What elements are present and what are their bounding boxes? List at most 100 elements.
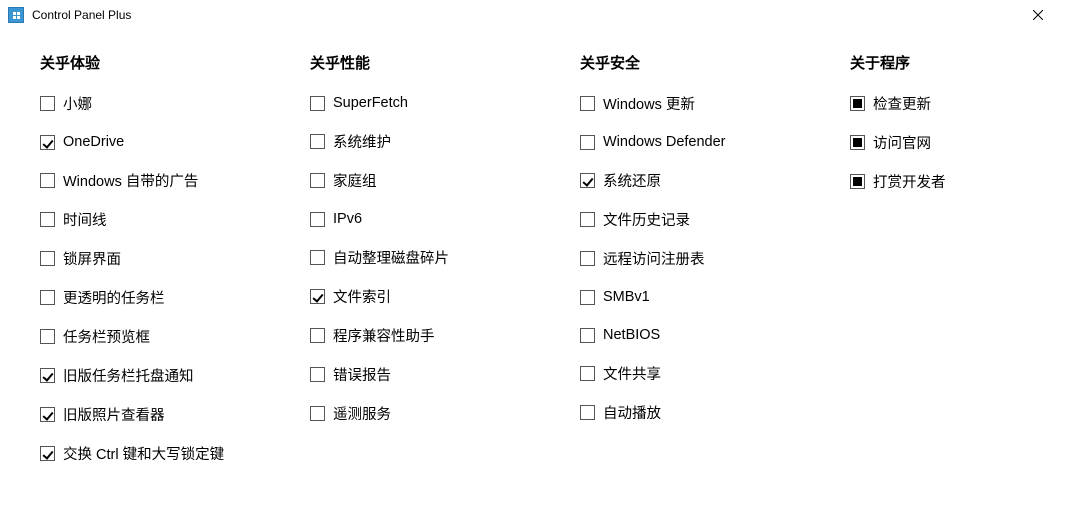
option-item[interactable]: IPv6 — [310, 209, 570, 229]
action-marker[interactable] — [850, 174, 865, 189]
checkbox[interactable] — [310, 134, 325, 149]
option-item[interactable]: 文件索引 — [310, 286, 570, 307]
option-item[interactable]: 文件共享 — [580, 363, 840, 384]
option-item[interactable]: Windows 自带的广告 — [40, 170, 300, 191]
action-marker[interactable] — [850, 96, 865, 111]
option-item[interactable]: 自动整理磁盘碎片 — [310, 247, 570, 268]
option-item[interactable]: 时间线 — [40, 209, 300, 230]
option-item[interactable]: 交换 Ctrl 键和大写锁定键 — [40, 443, 300, 464]
option-item[interactable]: 错误报告 — [310, 364, 570, 385]
window-title: Control Panel Plus — [32, 8, 131, 22]
checkbox[interactable] — [580, 96, 595, 111]
option-label: IPv6 — [333, 211, 362, 227]
checkbox[interactable] — [580, 366, 595, 381]
option-item[interactable]: OneDrive — [40, 132, 300, 152]
column-header: 关于程序 — [850, 52, 946, 73]
checkbox[interactable] — [310, 212, 325, 227]
option-label: NetBIOS — [603, 327, 660, 343]
option-label: 错误报告 — [333, 364, 391, 385]
option-item[interactable]: 更透明的任务栏 — [40, 287, 300, 308]
column-experience: 关乎体验 小娜 OneDrive Windows 自带的广告 时间线 锁屏界面 … — [40, 52, 300, 482]
option-label: 旧版照片查看器 — [63, 404, 165, 425]
option-label: 自动播放 — [603, 402, 661, 423]
option-label: 锁屏界面 — [63, 248, 121, 269]
content: 关乎体验 小娜 OneDrive Windows 自带的广告 时间线 锁屏界面 … — [0, 30, 1068, 492]
checkbox[interactable] — [310, 328, 325, 343]
checkbox[interactable] — [310, 173, 325, 188]
checkbox[interactable] — [310, 406, 325, 421]
option-item[interactable]: 文件历史记录 — [580, 209, 840, 230]
option-label: Windows 更新 — [603, 93, 695, 114]
checkbox[interactable] — [40, 251, 55, 266]
checkbox[interactable] — [580, 251, 595, 266]
option-label: 任务栏预览框 — [63, 326, 150, 347]
action-label: 检查更新 — [873, 93, 931, 114]
option-item[interactable]: 程序兼容性助手 — [310, 325, 570, 346]
action-item[interactable]: 检查更新 — [850, 93, 946, 114]
option-item[interactable]: Windows Defender — [580, 132, 840, 152]
option-item[interactable]: 远程访问注册表 — [580, 248, 840, 269]
action-label: 打赏开发者 — [873, 171, 946, 192]
close-button[interactable] — [1015, 1, 1060, 29]
option-item[interactable]: NetBIOS — [580, 325, 840, 345]
option-label: 自动整理磁盘碎片 — [333, 247, 449, 268]
option-item[interactable]: SMBv1 — [580, 287, 840, 307]
checkbox[interactable] — [580, 212, 595, 227]
option-label: 文件共享 — [603, 363, 661, 384]
action-marker[interactable] — [850, 135, 865, 150]
option-label: 交换 Ctrl 键和大写锁定键 — [63, 443, 224, 464]
option-label: 遥测服务 — [333, 403, 391, 424]
titlebar: Control Panel Plus — [0, 0, 1068, 30]
checkbox[interactable] — [40, 96, 55, 111]
column-header: 关乎性能 — [310, 52, 570, 73]
option-label: 远程访问注册表 — [603, 248, 705, 269]
option-item[interactable]: 小娜 — [40, 93, 300, 114]
checkbox[interactable] — [580, 135, 595, 150]
option-item[interactable]: 旧版任务栏托盘通知 — [40, 365, 300, 386]
option-label: SuperFetch — [333, 95, 408, 111]
checkbox[interactable] — [580, 173, 595, 188]
action-item[interactable]: 打赏开发者 — [850, 171, 946, 192]
checkbox[interactable] — [40, 173, 55, 188]
option-item[interactable]: 系统还原 — [580, 170, 840, 191]
option-item[interactable]: 家庭组 — [310, 170, 570, 191]
option-label: 系统维护 — [333, 131, 391, 152]
checkbox[interactable] — [310, 96, 325, 111]
checkbox[interactable] — [310, 289, 325, 304]
checkbox[interactable] — [40, 290, 55, 305]
checkbox[interactable] — [310, 250, 325, 265]
option-label: 家庭组 — [333, 170, 377, 191]
column-performance: 关乎性能 SuperFetch 系统维护 家庭组 IPv6 自动整理磁盘碎片 文… — [310, 52, 570, 482]
checkbox[interactable] — [40, 329, 55, 344]
checkbox[interactable] — [580, 405, 595, 420]
option-label: OneDrive — [63, 134, 124, 150]
option-label: 更透明的任务栏 — [63, 287, 165, 308]
option-item[interactable]: Windows 更新 — [580, 93, 840, 114]
option-item[interactable]: 旧版照片查看器 — [40, 404, 300, 425]
checkbox[interactable] — [580, 328, 595, 343]
checkbox[interactable] — [40, 212, 55, 227]
option-item[interactable]: 自动播放 — [580, 402, 840, 423]
option-label: SMBv1 — [603, 289, 650, 305]
action-item[interactable]: 访问官网 — [850, 132, 946, 153]
column-about: 关于程序 检查更新 访问官网 打赏开发者 — [850, 52, 946, 482]
app-icon — [8, 7, 24, 23]
checkbox[interactable] — [40, 135, 55, 150]
checkbox[interactable] — [40, 368, 55, 383]
option-item[interactable]: 任务栏预览框 — [40, 326, 300, 347]
option-item[interactable]: 遥测服务 — [310, 403, 570, 424]
checkbox[interactable] — [40, 446, 55, 461]
option-label: 小娜 — [63, 93, 92, 114]
action-label: 访问官网 — [873, 132, 931, 153]
option-item[interactable]: 锁屏界面 — [40, 248, 300, 269]
checkbox[interactable] — [580, 290, 595, 305]
checkbox[interactable] — [40, 407, 55, 422]
option-label: Windows 自带的广告 — [63, 170, 198, 191]
option-label: Windows Defender — [603, 134, 726, 150]
option-item[interactable]: SuperFetch — [310, 93, 570, 113]
option-item[interactable]: 系统维护 — [310, 131, 570, 152]
option-label: 程序兼容性助手 — [333, 325, 435, 346]
close-icon — [1033, 10, 1043, 20]
checkbox[interactable] — [310, 367, 325, 382]
column-security: 关乎安全 Windows 更新 Windows Defender 系统还原 文件… — [580, 52, 840, 482]
